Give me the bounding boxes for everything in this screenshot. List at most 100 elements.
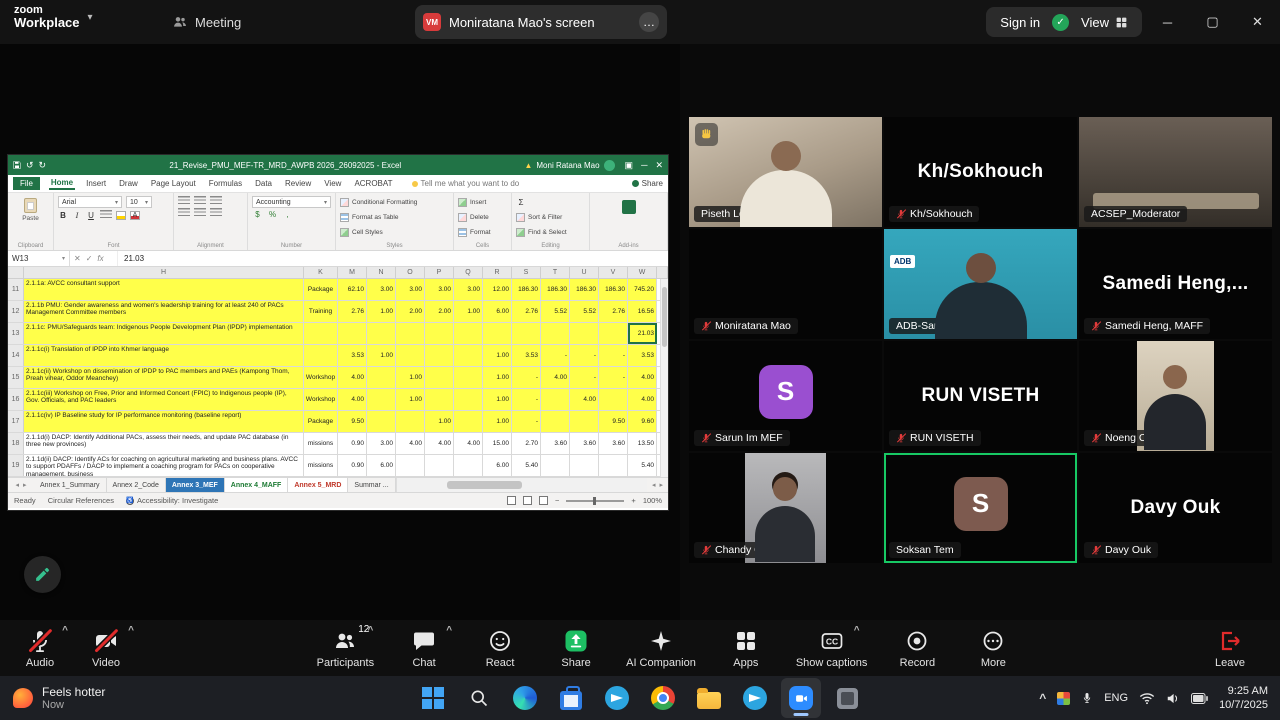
annotate-button[interactable] — [24, 556, 61, 593]
excel-minimize-icon[interactable]: ─ — [641, 160, 647, 171]
currency-icon[interactable]: $ — [252, 210, 263, 219]
activity-cell[interactable]: 2.1.1c(ii) Workshop on dissemination of … — [24, 367, 304, 388]
value-cell[interactable] — [425, 345, 454, 366]
row-header-18[interactable]: 18 — [8, 433, 24, 454]
underline-icon[interactable]: U — [86, 211, 96, 220]
row-header-15[interactable]: 15 — [8, 367, 24, 388]
scroll-right-icon[interactable]: ▸ — [659, 481, 663, 489]
excel-menu-formulas[interactable]: Formulas — [207, 178, 244, 189]
value-cell[interactable]: 186.30 — [541, 279, 570, 300]
value-cell[interactable] — [454, 389, 483, 410]
value-cell[interactable]: 1.00 — [425, 411, 454, 432]
sheet-tab-annex-4-maff[interactable]: Annex 4_MAFF — [225, 478, 289, 492]
sheet-tab-annex-1-summary[interactable]: Annex 1_Summary — [34, 478, 107, 492]
value-cell[interactable]: 5.52 — [541, 301, 570, 322]
value-cell[interactable]: 4.00 — [628, 389, 657, 410]
excel-close-icon[interactable]: ✕ — [655, 160, 663, 171]
value-cell[interactable]: 3.53 — [512, 345, 541, 366]
value-cell[interactable] — [425, 455, 454, 476]
formula-value[interactable]: 21.03 — [118, 251, 668, 266]
toolbar-record-button[interactable]: Record — [891, 628, 943, 669]
value-cell[interactable]: 4.00 — [396, 433, 425, 454]
value-cell[interactable]: 6.00 — [483, 455, 512, 476]
sheet-tab-annex-2-code[interactable]: Annex 2_Code — [107, 478, 166, 492]
taskbar-device-button[interactable] — [827, 678, 867, 718]
activity-cell[interactable]: 2.1.1b PMU: Gender awareness and women's… — [24, 301, 304, 322]
video-tile-sarun-im-mef[interactable]: SSarun Im MEF — [689, 341, 882, 451]
unit-cell[interactable] — [304, 323, 338, 344]
tab-meeting[interactable]: Meeting — [172, 0, 241, 44]
align-top-icon[interactable] — [178, 196, 190, 206]
value-cell[interactable]: 3.60 — [570, 433, 599, 454]
value-cell[interactable]: 4.00 — [541, 367, 570, 388]
value-cell[interactable]: 745.20 — [628, 279, 657, 300]
value-cell[interactable]: 6.00 — [367, 455, 396, 476]
cancel-icon[interactable]: ✕ — [74, 254, 81, 263]
value-cell[interactable]: 0.90 — [338, 455, 367, 476]
excel-menu-data[interactable]: Data — [253, 178, 274, 189]
value-cell[interactable] — [570, 411, 599, 432]
value-cell[interactable]: 2.76 — [338, 301, 367, 322]
find-select-button[interactable]: Find & Select — [516, 226, 585, 239]
value-cell[interactable] — [454, 345, 483, 366]
tray-app-icon[interactable] — [1057, 692, 1070, 705]
activity-cell[interactable]: 2.1.1d(ii) DACP: Identify ACs for coachi… — [24, 455, 304, 476]
borders-icon[interactable] — [100, 210, 112, 220]
taskbar-folder-button[interactable] — [689, 678, 729, 718]
sheet-tab-annex-5-mrd[interactable]: Annex 5_MRD — [288, 478, 348, 492]
value-cell[interactable]: 4.00 — [628, 367, 657, 388]
sign-in-button[interactable]: Sign in — [1000, 15, 1040, 30]
value-cell[interactable]: 4.00 — [570, 389, 599, 410]
excel-menu-file[interactable]: File — [13, 177, 40, 190]
activity-cell[interactable]: 2.1.1c: PMU/Safeguards team: Indigenous … — [24, 323, 304, 344]
unit-cell[interactable]: Workshop — [304, 389, 338, 410]
value-cell[interactable]: 3.00 — [425, 279, 454, 300]
column-header-Q[interactable]: Q — [454, 267, 483, 278]
value-cell[interactable] — [425, 367, 454, 388]
spreadsheet-grid[interactable]: 112.1.1a: AVCC consultant supportPackage… — [8, 279, 668, 477]
taskbar-zoom-button[interactable] — [781, 678, 821, 718]
value-cell[interactable] — [367, 411, 396, 432]
value-cell[interactable]: 1.00 — [483, 367, 512, 388]
page-break-view-icon[interactable] — [539, 496, 548, 505]
toolbar-leave-button[interactable]: Leave — [1204, 628, 1256, 669]
taskbar-search-button[interactable] — [459, 678, 499, 718]
horizontal-scrollbar[interactable] — [396, 478, 647, 492]
value-cell[interactable]: 1.00 — [367, 301, 396, 322]
video-tile-moniratana-mao[interactable]: Moniratana Mao — [689, 229, 882, 339]
unit-cell[interactable]: Training — [304, 301, 338, 322]
row-header-11[interactable]: 11 — [8, 279, 24, 300]
unit-cell[interactable]: Package — [304, 279, 338, 300]
value-cell[interactable]: 1.00 — [483, 345, 512, 366]
value-cell[interactable]: 12.00 — [483, 279, 512, 300]
security-check-icon[interactable]: ✓ — [1052, 14, 1069, 31]
value-cell[interactable] — [396, 411, 425, 432]
column-header-K[interactable]: K — [304, 267, 338, 278]
activity-cell[interactable]: 2.1.1d(i) DACP: Identify Additional PACs… — [24, 433, 304, 454]
value-cell[interactable]: 5.40 — [628, 455, 657, 476]
video-tile-samedi-heng-maff[interactable]: Samedi Heng,...Samedi Heng, MAFF — [1079, 229, 1272, 339]
value-cell[interactable]: 2.70 — [512, 433, 541, 454]
scroll-left-icon[interactable]: ◂ — [652, 481, 656, 489]
value-cell[interactable]: 3.53 — [338, 345, 367, 366]
value-cell[interactable]: 3.00 — [396, 279, 425, 300]
prev-sheet-icon[interactable]: ◂ — [15, 481, 19, 489]
value-cell[interactable]: 4.00 — [454, 433, 483, 454]
value-cell[interactable] — [599, 323, 628, 344]
zoom-percent[interactable]: 100% — [643, 496, 662, 505]
value-cell[interactable]: 2.00 — [396, 301, 425, 322]
value-cell[interactable]: 186.30 — [599, 279, 628, 300]
value-cell[interactable] — [454, 411, 483, 432]
column-header-H[interactable]: H — [24, 267, 304, 278]
sheet-tab-annex-3-mef[interactable]: Annex 3_MEF — [166, 478, 225, 492]
value-cell[interactable]: - — [512, 411, 541, 432]
volume-icon[interactable] — [1166, 692, 1180, 705]
close-icon[interactable]: ✕ — [1235, 0, 1280, 44]
align-middle-icon[interactable] — [194, 196, 206, 206]
tell-me-box[interactable]: Tell me what you want to do — [412, 179, 520, 188]
excel-menu-acrobat[interactable]: ACROBAT — [352, 178, 394, 189]
column-header-R[interactable]: R — [483, 267, 512, 278]
column-header-O[interactable]: O — [396, 267, 425, 278]
column-header-T[interactable]: T — [541, 267, 570, 278]
value-cell[interactable]: 5.52 — [570, 301, 599, 322]
